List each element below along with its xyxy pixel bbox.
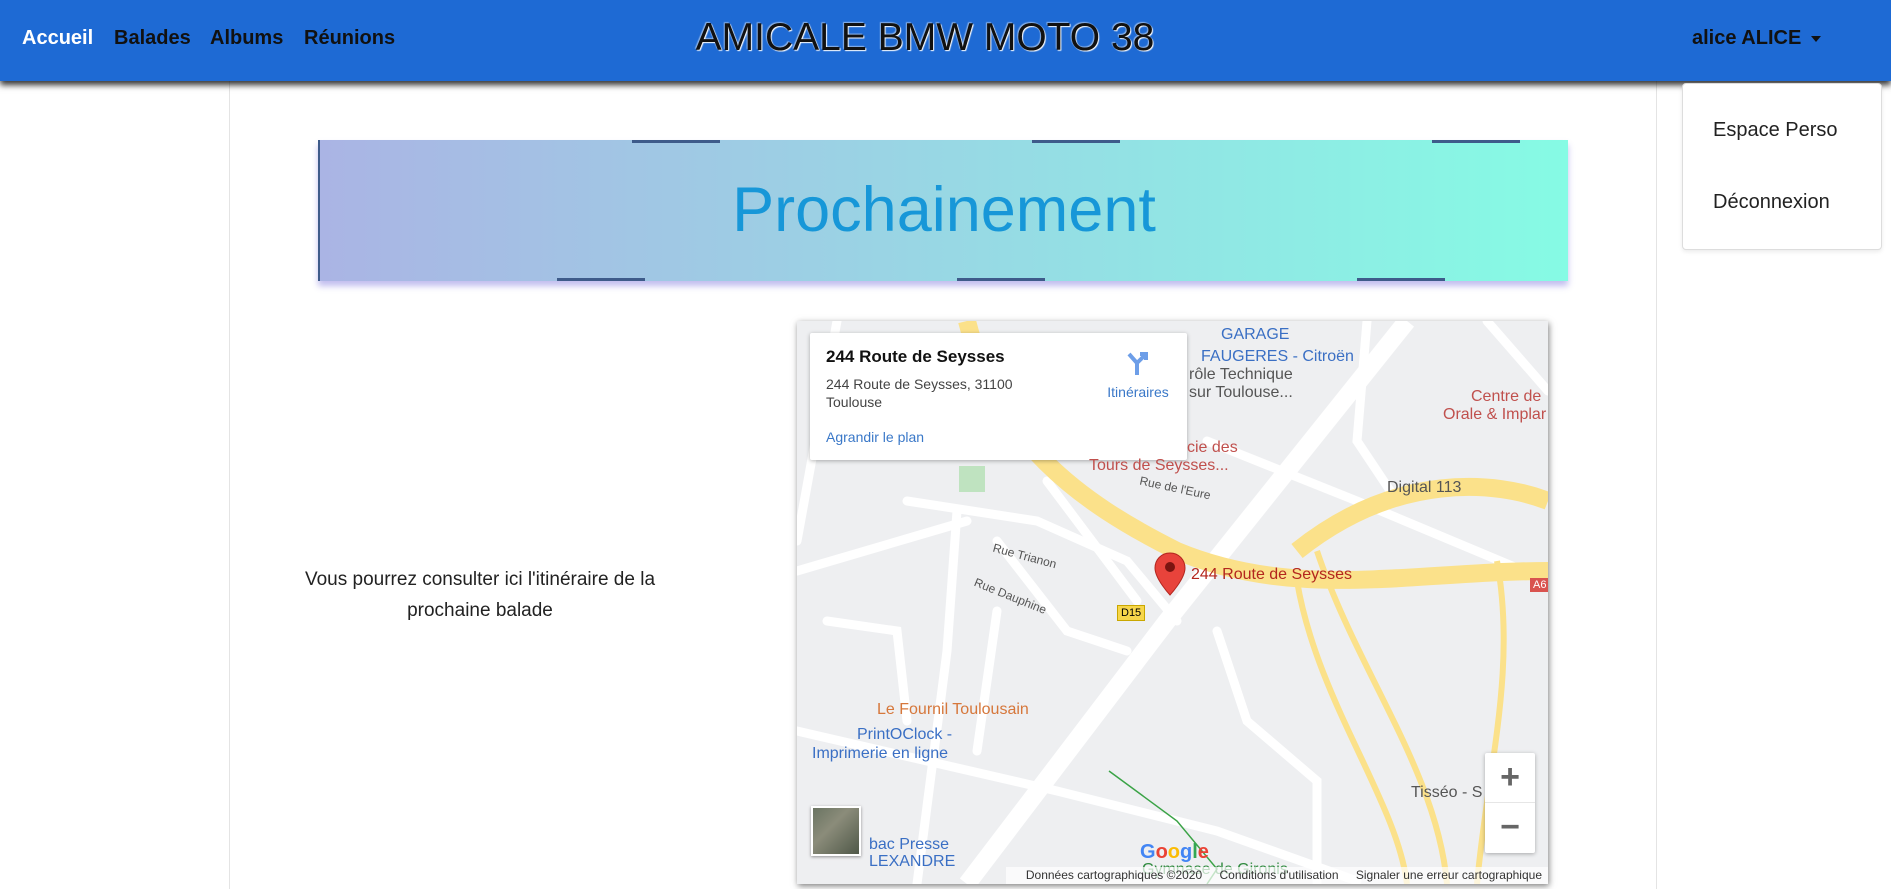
map-label: Tours de Seysses...	[1089, 457, 1229, 474]
location-marker-icon	[1154, 552, 1186, 596]
map-label: PrintOClock -	[857, 726, 953, 743]
map-label: Tisséo - S	[1411, 784, 1483, 801]
google-map[interactable]: 244 Route de Seysses 244 Route de Seysse…	[797, 321, 1548, 884]
menu-item-deconnexion[interactable]: Déconnexion	[1713, 191, 1830, 214]
menu-item-espace-perso[interactable]: Espace Perso	[1713, 119, 1838, 142]
directions-icon	[1127, 352, 1148, 375]
road-shield-d15: D15	[1117, 605, 1146, 621]
user-dropdown-menu: Espace Perso Déconnexion	[1682, 83, 1882, 250]
map-label: Digital 113	[1387, 479, 1462, 496]
directions-label: Itinéraires	[1107, 384, 1169, 400]
map-label: Imprimerie en ligne	[812, 745, 949, 762]
banner: Prochainement	[318, 140, 1568, 281]
zoom-controls: + −	[1485, 753, 1535, 853]
top-navbar: Accueil Balades Albums Réunions AMICALE …	[0, 0, 1891, 81]
map-label: GARAGE	[1221, 326, 1290, 343]
banner-title: Prochainement	[732, 175, 1156, 245]
zoom-in-button[interactable]: +	[1485, 753, 1535, 803]
map-label: cie des	[1187, 439, 1238, 456]
place-address: 244 Route de Seysses, 31100 Toulouse	[826, 376, 1013, 410]
user-menu-toggle[interactable]: alice ALICE	[1692, 27, 1822, 50]
place-info-card: 244 Route de Seysses 244 Route de Seysse…	[810, 333, 1187, 460]
map-footer: Données cartographiques ©2020 Conditions…	[1005, 867, 1548, 884]
map-data-credit: Données cartographiques ©2020	[1025, 868, 1203, 882]
map-label: LEXANDRE	[869, 853, 956, 870]
map-label: sur Toulouse...	[1189, 384, 1293, 401]
caret-down-icon	[1811, 35, 1822, 42]
site-title: AMICALE BMW MOTO 38	[695, 16, 1155, 59]
google-logo: Google	[1140, 841, 1209, 863]
map-label: FAUGERES - Citroën	[1201, 348, 1354, 365]
map-label: rôle Technique	[1189, 366, 1293, 383]
map-label: Centre de	[1471, 388, 1542, 405]
zoom-out-button[interactable]: −	[1485, 803, 1535, 853]
enlarge-map-link[interactable]: Agrandir le plan	[826, 429, 924, 445]
marker-label: 244 Route de Seysses	[1191, 566, 1352, 583]
road-shield-a6: A6	[1530, 578, 1548, 592]
terms-link[interactable]: Conditions d'utilisation	[1220, 868, 1339, 882]
map-label: Orale & Implar	[1443, 406, 1547, 423]
user-name: alice ALICE	[1692, 27, 1802, 49]
place-title: 244 Route de Seysses	[826, 347, 1005, 366]
satellite-toggle[interactable]	[811, 806, 861, 856]
report-error-link[interactable]: Signaler une erreur cartographique	[1356, 868, 1542, 882]
intro-text: Vous pourrez consulter ici l'itinéraire …	[304, 569, 656, 621]
directions-button[interactable]: Itinéraires	[1098, 351, 1178, 400]
map-label: Le Fournil Toulousain	[877, 701, 1029, 718]
map-label: bac Presse	[869, 836, 950, 853]
